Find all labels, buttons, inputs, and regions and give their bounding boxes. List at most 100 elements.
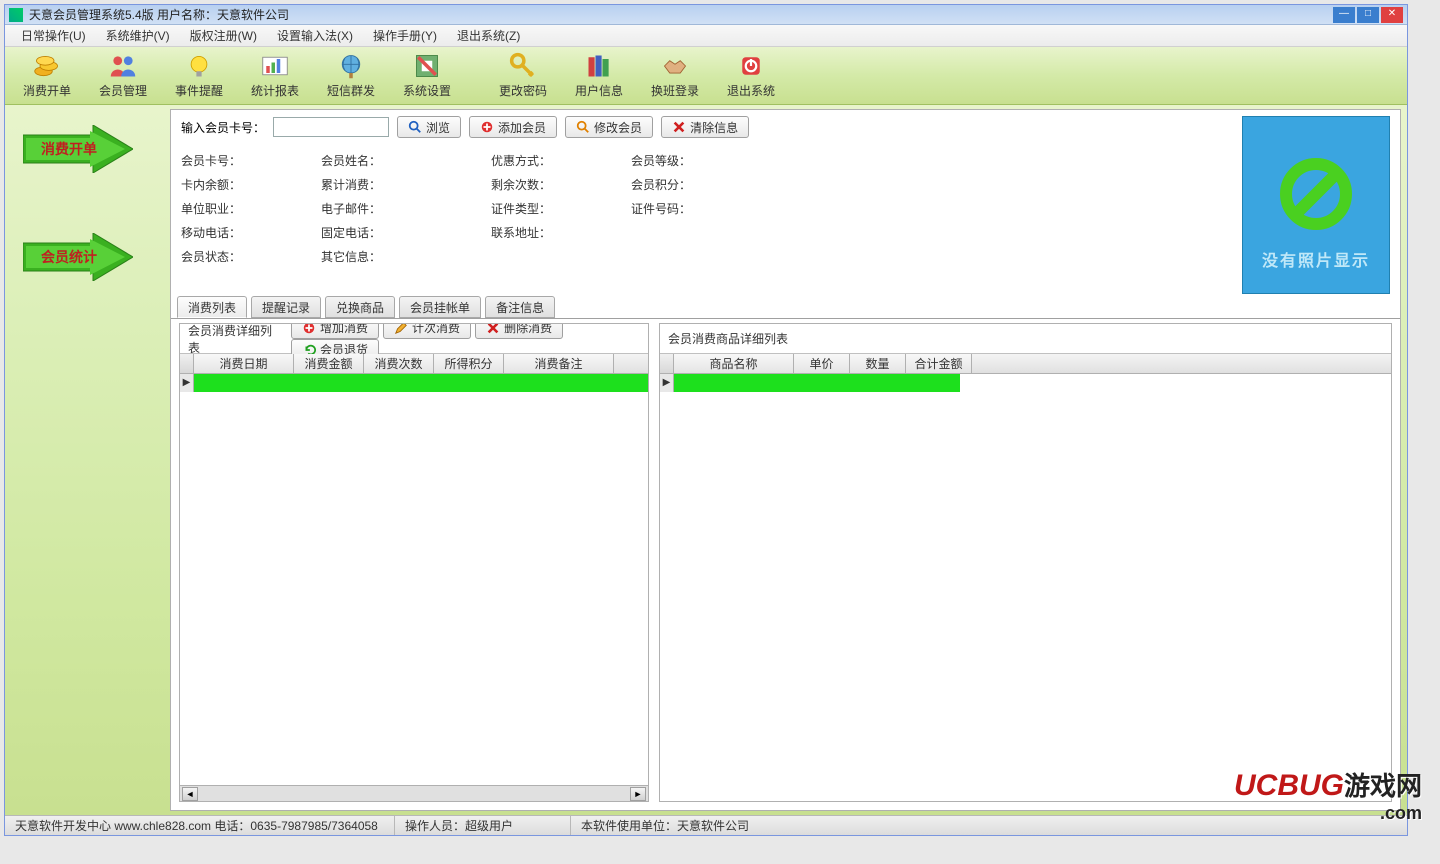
tool-label: 系统设置 xyxy=(403,82,451,99)
toolbar-power[interactable]: 退出系统 xyxy=(713,49,789,103)
col-header[interactable]: 商品名称 xyxy=(674,354,794,373)
table-row[interactable]: ▶ xyxy=(180,374,648,392)
sidebar: 消费开单 会员统计 xyxy=(5,105,170,815)
tab-4[interactable]: 备注信息 xyxy=(485,296,555,318)
card-number-input[interactable] xyxy=(273,117,389,137)
x-icon xyxy=(486,323,500,335)
side-consume-button[interactable]: 消费开单 xyxy=(23,125,152,173)
col-header[interactable]: 消费金额 xyxy=(294,354,364,373)
toolbar-people[interactable]: 会员管理 xyxy=(85,49,161,103)
tool-label: 更改密码 xyxy=(499,82,547,99)
info-label: 会员状态： xyxy=(181,248,241,265)
edit-label: 修改会员 xyxy=(594,119,642,136)
panel-pencil-button[interactable]: 计次消费 xyxy=(383,323,471,339)
add-member-button[interactable]: 添加会员 xyxy=(469,116,557,138)
app-icon xyxy=(9,8,23,22)
search-label: 输入会员卡号： xyxy=(181,119,265,136)
panel-plus-button[interactable]: 增加消费 xyxy=(291,323,379,339)
member-info-grid: 会员卡号：会员姓名：优惠方式：会员等级：卡内余额：累计消费：剩余次数：会员积分：… xyxy=(171,144,1242,278)
toolbar-tools[interactable]: 系统设置 xyxy=(389,49,465,103)
info-label: 联系地址： xyxy=(491,224,551,241)
menu-manual[interactable]: 操作手册(Y) xyxy=(363,25,447,46)
detail-tabs: 消费列表提醒记录兑换商品会员挂帐单备注信息 xyxy=(171,294,1400,318)
col-header[interactable]: 所得积分 xyxy=(434,354,504,373)
col-header[interactable]: 消费日期 xyxy=(194,354,294,373)
col-header[interactable]: 消费备注 xyxy=(504,354,614,373)
info-label: 会员姓名： xyxy=(321,152,381,169)
edit-member-button[interactable]: 修改会员 xyxy=(565,116,653,138)
toolbar-globe[interactable]: 短信群发 xyxy=(313,49,389,103)
table-row[interactable]: ▶ xyxy=(660,374,960,392)
tab-0[interactable]: 消费列表 xyxy=(177,296,247,318)
consume-detail-panel: 会员消费详细列表 增加消费计次消费删除消费会员退货 消费日期消费金额消费次数所得… xyxy=(179,323,649,802)
right-grid-body[interactable]: ▶ xyxy=(660,374,1391,801)
people-icon xyxy=(109,52,137,80)
scroll-right-icon[interactable]: ► xyxy=(630,787,646,801)
minimize-button[interactable]: — xyxy=(1333,7,1355,23)
edit-icon xyxy=(576,120,590,134)
menu-daily[interactable]: 日常操作(U) xyxy=(11,25,96,46)
tool-label: 会员管理 xyxy=(99,82,147,99)
tab-2[interactable]: 兑换商品 xyxy=(325,296,395,318)
toolbar: 消费开单 会员管理事件提醒统计报表短信群发 系统设置 更改密码 用户信息 换班登录 退出系统 xyxy=(5,47,1407,105)
info-label: 会员积分： xyxy=(631,176,691,193)
menu-ime[interactable]: 设置输入法(X) xyxy=(267,25,363,46)
left-grid-body[interactable]: ▶ xyxy=(180,374,648,785)
key-icon xyxy=(509,52,537,80)
tool-label: 换班登录 xyxy=(651,82,699,99)
coins-icon xyxy=(33,52,61,80)
toolbar-handshake[interactable]: 换班登录 xyxy=(637,49,713,103)
tool-label: 短信群发 xyxy=(327,82,375,99)
menubar: 日常操作(U) 系统维护(V) 版权注册(W) 设置输入法(X) 操作手册(Y)… xyxy=(5,25,1407,47)
search-icon xyxy=(408,120,422,134)
clear-button[interactable]: 清除信息 xyxy=(661,116,749,138)
status-unit: 本软件使用单位：天意软件公司 xyxy=(571,816,1407,835)
toolbar-key[interactable]: 更改密码 xyxy=(485,49,561,103)
right-panel-title: 会员消费商品详细列表 xyxy=(668,330,788,347)
x-icon xyxy=(672,120,686,134)
product-detail-panel: 会员消费商品详细列表 商品名称单价数量合计金额 ▶ xyxy=(659,323,1392,802)
maximize-button[interactable]: □ xyxy=(1357,7,1379,23)
close-button[interactable]: ✕ xyxy=(1381,7,1403,23)
left-scrollbar[interactable]: ◄ ► xyxy=(180,785,648,801)
browse-button[interactable]: 浏览 xyxy=(397,116,461,138)
col-header[interactable]: 消费次数 xyxy=(364,354,434,373)
tool-label: 退出系统 xyxy=(727,82,775,99)
status-operator: 操作人员：超级用户 xyxy=(395,816,571,835)
side-stats-button[interactable]: 会员统计 xyxy=(23,233,152,281)
search-row: 输入会员卡号： 浏览 添加会员 修改会员 xyxy=(171,110,1242,144)
scroll-left-icon[interactable]: ◄ xyxy=(182,787,198,801)
status-company: 天意软件开发中心 www.chle828.com 电话：0635-7987985… xyxy=(5,816,395,835)
toolbar-coins[interactable]: 消费开单 xyxy=(9,49,85,103)
plus-icon xyxy=(302,323,316,335)
info-label: 其它信息： xyxy=(321,248,381,265)
info-label: 剩余次数： xyxy=(491,176,551,193)
info-label: 会员卡号： xyxy=(181,152,241,169)
handshake-icon xyxy=(661,52,689,80)
info-label: 累计消费： xyxy=(321,176,381,193)
no-photo-icon xyxy=(1279,157,1353,231)
titlebar: 天意会员管理系统5.4版 用户名称：天意软件公司 — □ ✕ xyxy=(5,5,1407,25)
tab-1[interactable]: 提醒记录 xyxy=(251,296,321,318)
col-header[interactable]: 单价 xyxy=(794,354,850,373)
tab-3[interactable]: 会员挂帐单 xyxy=(399,296,481,318)
photo-text: 没有照片显示 xyxy=(1262,247,1370,271)
toolbar-chart[interactable]: 统计报表 xyxy=(237,49,313,103)
books-icon xyxy=(585,52,613,80)
info-label: 固定电话： xyxy=(321,224,381,241)
menu-register[interactable]: 版权注册(W) xyxy=(180,25,267,46)
col-header[interactable]: 数量 xyxy=(850,354,906,373)
toolbar-books[interactable]: 用户信息 xyxy=(561,49,637,103)
menu-exit[interactable]: 退出系统(Z) xyxy=(447,25,530,46)
menu-maintain[interactable]: 系统维护(V) xyxy=(96,25,180,46)
add-label: 添加会员 xyxy=(498,119,546,136)
info-label: 优惠方式： xyxy=(491,152,551,169)
panel-x-button[interactable]: 删除消费 xyxy=(475,323,563,339)
toolbar-bulb[interactable]: 事件提醒 xyxy=(161,49,237,103)
tool-label: 用户信息 xyxy=(575,82,623,99)
side-btn1-label: 消费开单 xyxy=(41,139,97,159)
info-label: 移动电话： xyxy=(181,224,241,241)
tool-label: 消费开单 xyxy=(23,82,71,99)
col-header[interactable]: 合计金额 xyxy=(906,354,972,373)
power-icon xyxy=(737,52,765,80)
